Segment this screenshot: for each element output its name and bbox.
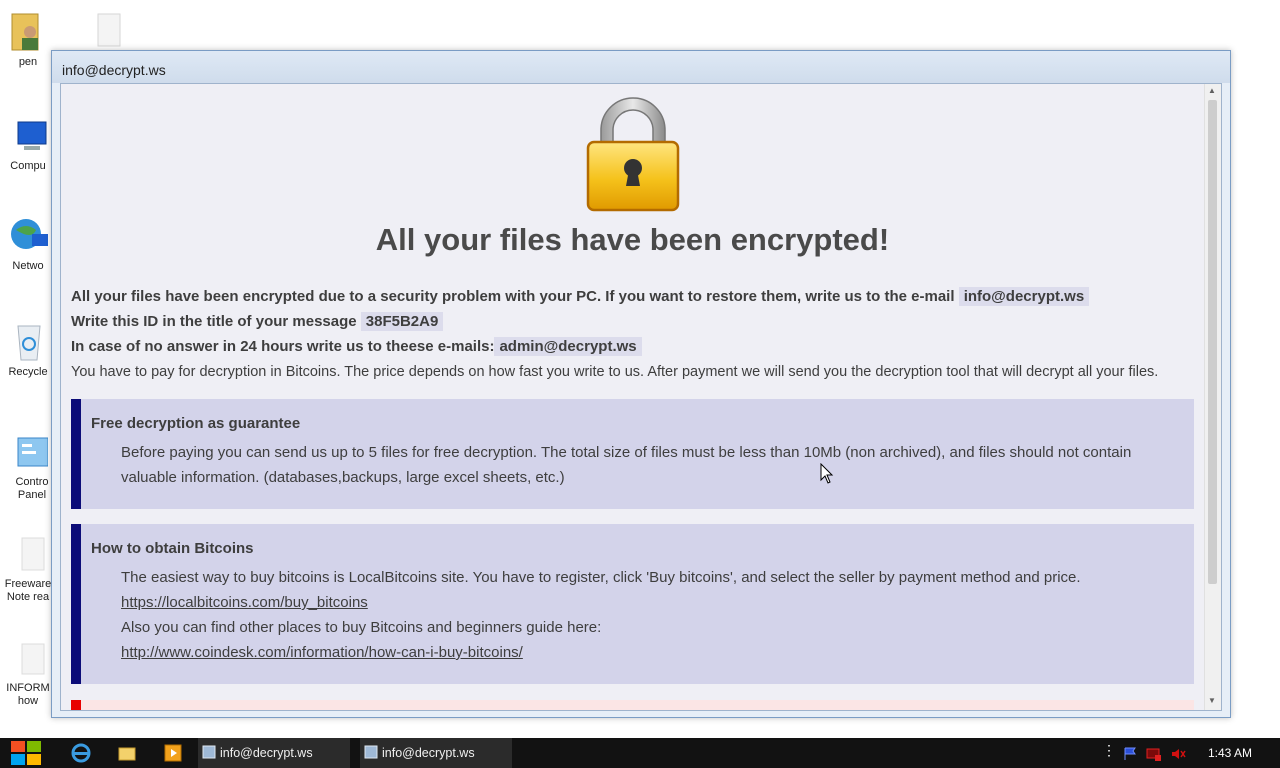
victim-id: 38F5B2A9 (360, 312, 444, 331)
taskbar-task-1[interactable]: info@decrypt.ws (198, 738, 350, 768)
guarantee-text: Before paying you can send us up to 5 fi… (121, 444, 1132, 486)
window-titlebar[interactable]: info@decrypt.ws (52, 51, 1230, 83)
volume-muted-icon[interactable] (1170, 746, 1186, 762)
note-line-2-text: Write this ID in the title of your messa… (71, 313, 357, 330)
app-window-icon (364, 745, 378, 759)
bitcoins-body: The easiest way to buy bitcoins is Local… (121, 565, 1184, 665)
media-player-icon[interactable] (162, 742, 184, 764)
taskbar-clock[interactable]: 1:43 AM (1208, 746, 1252, 760)
desktop-icon-computer[interactable]: Compu (0, 118, 56, 173)
note-line-1: All your files have been encrypted due t… (71, 287, 1090, 306)
note-content: All your files have been encrypted! All … (61, 84, 1204, 710)
desktop-icon-label: Compu (10, 160, 46, 172)
page-title: All your files have been encrypted! (375, 222, 890, 257)
bitcoins-text-1: The easiest way to buy bitcoins is Local… (121, 569, 1081, 586)
note-line-4: You have to pay for decryption in Bitcoi… (71, 364, 1159, 380)
localbitcoins-link[interactable]: https://localbitcoins.com/buy_bitcoins (121, 594, 368, 611)
coindesk-link[interactable]: http://www.coindesk.com/information/how-… (121, 644, 523, 661)
desktop-icon-label: pen (18, 56, 38, 68)
network-icon (11, 219, 48, 249)
guarantee-box: Free decryption as guarantee Before payi… (71, 399, 1194, 509)
taskbar: info@decrypt.ws info@decrypt.ws ⋮ 1:43 A… (0, 738, 1280, 768)
tray-overflow-icon[interactable]: ⋮ (1102, 742, 1116, 759)
desktop-icon-label: INFORM how (6, 682, 50, 707)
contact-email: info@decrypt.ws (958, 287, 1090, 306)
desktop-icon-recycle[interactable]: Recycle (0, 320, 56, 379)
computer-icon (17, 121, 47, 150)
desktop-icon-label: Netwo (12, 260, 44, 272)
desktop-icon-control-panel[interactable]: Contro Panel (0, 434, 56, 502)
action-center-flag-icon[interactable] (1122, 746, 1138, 762)
file-explorer-icon[interactable] (116, 742, 138, 764)
padlock-icon (586, 97, 680, 212)
ransom-note-window: info@decrypt.ws All your files have been… (51, 50, 1231, 718)
guarantee-title: Free decryption as guarantee (91, 415, 301, 432)
internet-explorer-icon[interactable] (70, 742, 92, 764)
window-content: All your files have been encrypted! All … (60, 83, 1222, 711)
start-button-icon[interactable] (10, 740, 42, 766)
note-line-3-text: In case of no answer in 24 hours write u… (71, 338, 495, 355)
desktop-icon-freeware[interactable]: Freeware Note rea (0, 534, 56, 604)
taskbar-task-label: info@decrypt.ws (382, 746, 475, 760)
bitcoins-box: How to obtain Bitcoins The easiest way t… (71, 524, 1194, 684)
desktop: pen Compu Netwo Recycle Contro Panel Fre… (0, 0, 1280, 738)
warning-box (71, 700, 1194, 710)
desktop-icon-label: Freeware Note rea (4, 578, 52, 603)
bitcoins-text-2: Also you can find other places to buy Bi… (121, 619, 602, 636)
recycle-bin-icon (17, 325, 41, 361)
document-icon (21, 537, 45, 571)
desktop-icon-inform[interactable]: INFORM how (0, 640, 56, 708)
window-title: info@decrypt.ws (62, 62, 166, 78)
taskbar-task-2[interactable]: info@decrypt.ws (360, 738, 512, 768)
desktop-icon-blank[interactable] (84, 10, 134, 52)
control-panel-icon (17, 437, 48, 467)
note-line-2: Write this ID in the title of your messa… (71, 312, 444, 331)
desktop-icon-network[interactable]: Netwo (0, 216, 56, 273)
bitcoins-title: How to obtain Bitcoins (91, 540, 254, 557)
network-status-icon[interactable] (1146, 746, 1162, 762)
mouse-cursor-icon (820, 463, 834, 484)
scroll-up-arrow-icon[interactable]: ▲ (1208, 86, 1216, 95)
note-line-1-text: All your files have been encrypted due t… (71, 288, 955, 305)
backup-email: admin@decrypt.ws (494, 337, 642, 356)
desktop-icon-label: Contro Panel (15, 476, 49, 501)
scroll-down-arrow-icon[interactable]: ▼ (1208, 696, 1216, 705)
desktop-icon-label: Recycle (8, 366, 48, 378)
vertical-scrollbar[interactable]: ▲ ▼ (1204, 84, 1221, 710)
taskbar-task-label: info@decrypt.ws (220, 746, 313, 760)
app-window-icon (202, 745, 216, 759)
scrollbar-thumb[interactable] (1208, 100, 1217, 584)
user-folder-icon (11, 13, 39, 51)
desktop-icon-user-folder[interactable]: pen (0, 8, 56, 69)
document-icon (21, 643, 45, 675)
note-line-3: In case of no answer in 24 hours write u… (71, 337, 642, 356)
document-icon (97, 13, 121, 47)
